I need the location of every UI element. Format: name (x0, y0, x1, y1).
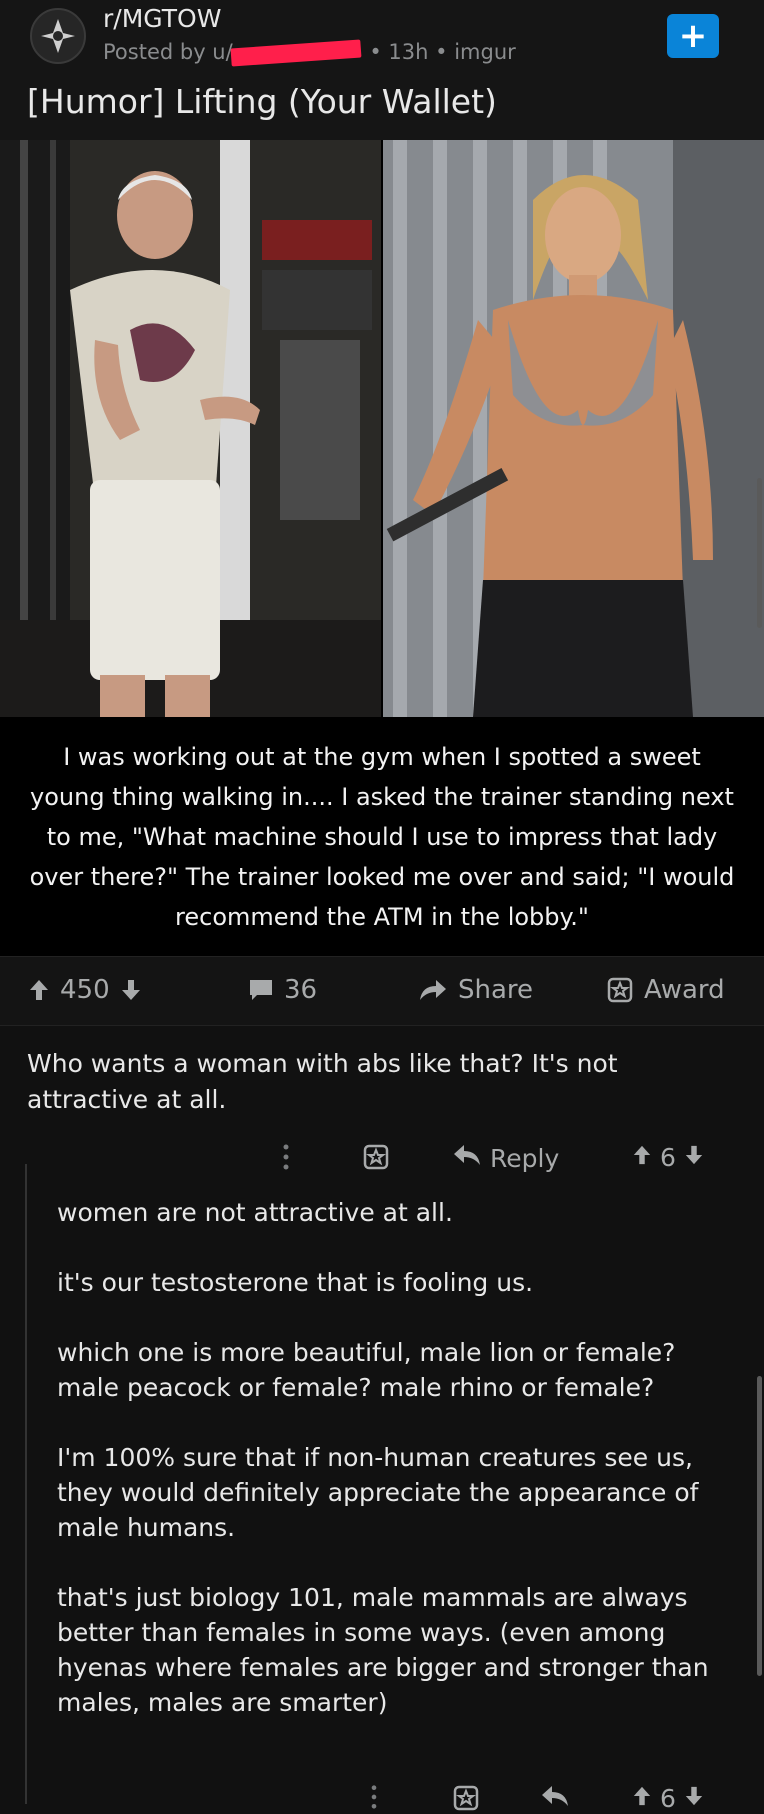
upvote-count: 450 (60, 975, 110, 1005)
reply-paragraph: which one is more beautiful, male lion o… (57, 1338, 676, 1402)
downvote-icon[interactable] (120, 978, 142, 1002)
more-icon[interactable] (282, 1143, 290, 1171)
comment-count: 36 (284, 975, 318, 1005)
plus-icon: + (678, 16, 708, 56)
fitness-model-photo-right (383, 140, 764, 717)
award-label: Award (644, 975, 725, 1005)
share-icon (418, 978, 448, 1002)
reply-vote-group: 6 (632, 1784, 704, 1813)
reply-comment: women are not attractive at all. it's ou… (57, 1195, 737, 1755)
reply-label: Reply (490, 1143, 560, 1173)
reply-paragraph: that's just biology 101, male mammals ar… (57, 1583, 709, 1717)
comments-button[interactable]: 36 (248, 975, 317, 1005)
reply-paragraph: it's our testosterone that is fooling us… (57, 1268, 534, 1297)
meme-caption: I was working out at the gym when I spot… (29, 742, 735, 931)
post-time-source: • 13h • imgur (369, 40, 516, 64)
upvote-icon[interactable] (28, 978, 50, 1002)
award-icon[interactable] (362, 1143, 390, 1171)
reply-actions: 6 (0, 1784, 764, 1814)
comment-icon (248, 978, 274, 1002)
reply-paragraph: women are not attractive at all. (57, 1198, 453, 1227)
vote-group: 450 (28, 975, 142, 1005)
reply-paragraph: I'm 100% sure that if non-human creature… (57, 1443, 699, 1542)
share-button[interactable]: Share (418, 975, 533, 1005)
posted-by[interactable]: Posted by u/ (103, 40, 233, 64)
award-icon (606, 976, 634, 1004)
reply-button[interactable]: Reply (452, 1143, 559, 1173)
comment-vote-count: 6 (660, 1143, 676, 1172)
comment-text: Who wants a woman with abs like that? It… (27, 1049, 618, 1114)
post-title[interactable]: [Humor] Lifting (Your Wallet) (27, 82, 497, 121)
scrollbar-thumb[interactable] (757, 478, 762, 628)
post-image[interactable]: I was working out at the gym when I spot… (0, 140, 764, 956)
award-button[interactable]: Award (606, 975, 725, 1005)
share-label: Share (458, 975, 534, 1005)
downvote-icon[interactable] (684, 1784, 704, 1813)
gym-photo-left (0, 140, 381, 717)
post-action-bar: 450 36 Share Award (0, 956, 764, 1026)
post-header: r/MGTOW Posted by u/ • 13h • imgur + [Hu… (0, 0, 764, 140)
upvote-icon[interactable] (632, 1143, 652, 1172)
subreddit-name[interactable]: r/MGTOW (103, 4, 221, 33)
reply-icon (452, 1143, 482, 1173)
upvote-icon[interactable] (632, 1784, 652, 1813)
downvote-icon[interactable] (684, 1143, 704, 1172)
mgtow-logo-icon[interactable] (30, 8, 86, 64)
thread-line[interactable] (25, 1164, 27, 1804)
more-icon[interactable] (370, 1784, 378, 1810)
reply-vote-count: 6 (660, 1784, 676, 1813)
comment-actions: Reply 6 (0, 1143, 764, 1183)
redacted-username (230, 39, 362, 67)
award-icon[interactable] (452, 1784, 480, 1812)
comment-vote-group: 6 (632, 1143, 704, 1172)
scrollbar-thumb[interactable] (757, 1376, 762, 1676)
reply-icon[interactable] (540, 1784, 570, 1808)
join-button[interactable]: + (667, 14, 719, 58)
post-meta: Posted by u/ • 13h • imgur (103, 39, 516, 67)
